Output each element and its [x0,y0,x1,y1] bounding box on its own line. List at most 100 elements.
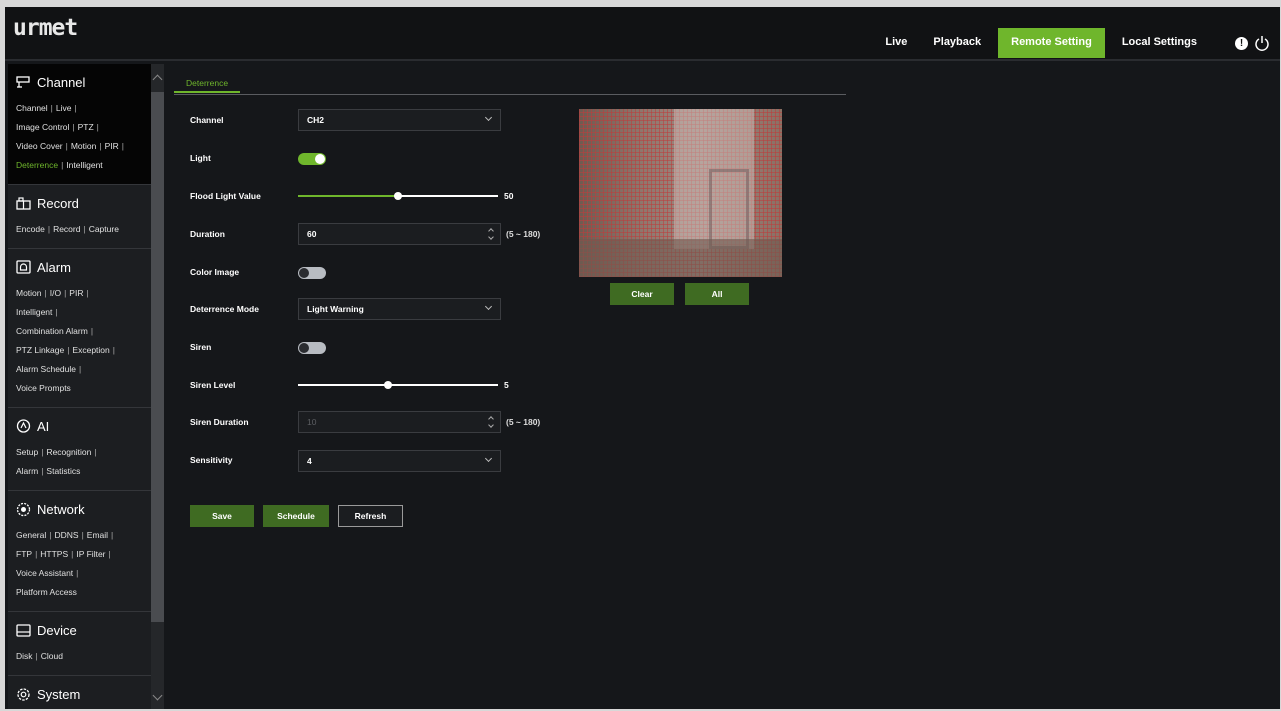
sidebar-item-ip-filter[interactable]: IP Filter [76,549,105,559]
deterrence-mode-value: Light Warning [307,304,364,314]
channel-label: Channel [190,115,224,125]
sidebar-item-https[interactable]: HTTPS [40,549,68,559]
sidebar-item-alarm-pir[interactable]: PIR [69,288,83,298]
nav-local-settings[interactable]: Local Settings [1109,28,1210,58]
light-label: Light [190,153,211,163]
sidebar-item-record[interactable]: Record [53,224,80,234]
sidebar-item-encode[interactable]: Encode [16,224,45,234]
sidebar-item-ai-alarm[interactable]: Alarm [16,466,38,476]
sidebar-item-ptz[interactable]: PTZ [78,122,94,132]
sidebar-item-deterrence[interactable]: Deterrence [16,160,58,170]
sidebar-links-channel: Channel | Live | Image Control | PTZ | Video C… [16,103,124,170]
sidebar-item-ptz-linkage[interactable]: PTZ Linkage [16,345,64,355]
duration-range: (5 ~ 180) [506,229,541,239]
sidebar-item-live[interactable]: Live [56,103,72,113]
sidebar-item-email[interactable]: Email [87,530,108,540]
slider-thumb[interactable] [384,381,392,389]
sidebar-item-ftp[interactable]: FTP [16,549,32,559]
sidebar-links-alarm: Motion | I/O | PIR | Intelligent | Combination… [16,288,115,393]
sidebar-section-alarm: Alarm Motion | I/O | PIR | Intelligent | Combi… [8,249,152,408]
camera-preview[interactable] [579,109,782,277]
sidebar-item-image-control[interactable]: Image Control [16,122,69,132]
light-toggle[interactable] [298,153,326,165]
sidebar-item-recognition[interactable]: Recognition [46,447,91,457]
main-nav: Live Playback Remote Setting Local Setti… [872,28,1210,58]
siren-level-value: 5 [504,380,509,390]
scroll-thumb[interactable] [151,92,164,622]
alarm-icon [16,260,31,274]
sidebar-item-exception[interactable]: Exception [72,345,109,355]
sidebar-title-alarm[interactable]: Alarm [16,255,144,279]
sidebar-section-channel: Channel Channel | Live | Image Control | PTZ |… [8,64,152,185]
slider-thumb[interactable] [394,192,402,200]
toggle-knob [299,268,309,278]
tab-deterrence[interactable]: Deterrence [174,73,241,93]
nav-live[interactable]: Live [872,28,920,58]
preview-scene-object [709,169,749,249]
schedule-button[interactable]: Schedule [263,505,329,527]
sidebar-title-channel[interactable]: Channel [16,70,144,94]
save-button[interactable]: Save [190,505,254,527]
siren-duration-range: (5 ~ 180) [506,417,541,427]
siren-level-slider[interactable] [298,379,498,391]
scroll-down-icon[interactable] [152,690,163,701]
power-icon[interactable] [1254,35,1270,51]
spinner-icon[interactable] [488,227,496,241]
flood-light-value: 50 [504,191,514,201]
flood-light-label: Flood Light Value [190,191,261,201]
sidebar-item-combination-alarm[interactable]: Combination Alarm [16,326,88,336]
sidebar-item-alarm-motion[interactable]: Motion [16,288,42,298]
nav-remote-setting[interactable]: Remote Setting [998,28,1105,58]
sidebar-item-motion[interactable]: Motion [71,141,97,151]
sidebar-item-disk[interactable]: Disk [16,651,33,661]
sidebar-title-network[interactable]: Network [16,497,144,521]
sidebar-item-setup[interactable]: Setup [16,447,38,457]
sidebar-scrollbar[interactable] [151,64,164,709]
nav-playback[interactable]: Playback [920,28,994,58]
flood-light-slider[interactable] [298,190,498,202]
sidebar-item-cloud[interactable]: Cloud [41,651,63,661]
deterrence-mode-label: Deterrence Mode [190,304,259,314]
sidebar-item-ddns[interactable]: DDNS [54,530,78,540]
sidebar-section-system: System [8,676,152,709]
color-image-label: Color Image [190,267,240,277]
main-content: Deterrence Channel CH2 Light Flood Light… [165,64,1280,709]
duration-input[interactable]: 60 [298,223,501,245]
toggle-knob [299,343,309,353]
sidebar-item-channel[interactable]: Channel [16,103,48,113]
sidebar-item-io[interactable]: I/O [50,288,61,298]
channel-select[interactable]: CH2 [298,109,501,131]
all-button[interactable]: All [685,283,749,305]
color-image-toggle[interactable] [298,267,326,279]
sidebar-item-pir[interactable]: PIR [105,141,119,151]
scroll-up-icon[interactable] [152,74,163,85]
siren-toggle[interactable] [298,342,326,354]
sidebar-item-alarm-intelligent[interactable]: Intelligent [16,307,52,317]
sidebar-item-voice-prompts[interactable]: Voice Prompts [16,383,71,393]
info-icon[interactable]: ! [1235,37,1248,50]
spinner-icon[interactable] [488,415,496,429]
deterrence-mode-select[interactable]: Light Warning [298,298,501,320]
sidebar-item-capture[interactable]: Capture [89,224,119,234]
sidebar: Channel Channel | Live | Image Control | PTZ |… [8,64,152,709]
sidebar-item-alarm-schedule[interactable]: Alarm Schedule [16,364,76,374]
slider-track [298,384,498,386]
sensitivity-select[interactable]: 4 [298,450,501,472]
chevron-down-icon [484,454,493,463]
sidebar-title-system[interactable]: System [16,682,144,706]
sidebar-item-platform-access[interactable]: Platform Access [16,587,77,597]
sidebar-item-video-cover[interactable]: Video Cover [16,141,63,151]
sidebar-title-record[interactable]: Record [16,191,144,215]
refresh-button[interactable]: Refresh [338,505,403,527]
sidebar-item-intelligent[interactable]: Intelligent [66,160,102,170]
clear-button[interactable]: Clear [610,283,674,305]
siren-duration-label: Siren Duration [190,417,249,427]
sidebar-item-general[interactable]: General [16,530,46,540]
sidebar-title-ai[interactable]: AI [16,414,144,438]
sidebar-item-voice-assistant[interactable]: Voice Assistant [16,568,73,578]
sidebar-item-statistics[interactable]: Statistics [46,466,80,476]
sidebar-title-device[interactable]: Device [16,618,144,642]
siren-duration-input[interactable]: 10 [298,411,501,433]
toggle-knob [315,154,325,164]
sidebar-section-network: Network General | DDNS | Email | FTP | HTTPS | IP… [8,491,152,612]
